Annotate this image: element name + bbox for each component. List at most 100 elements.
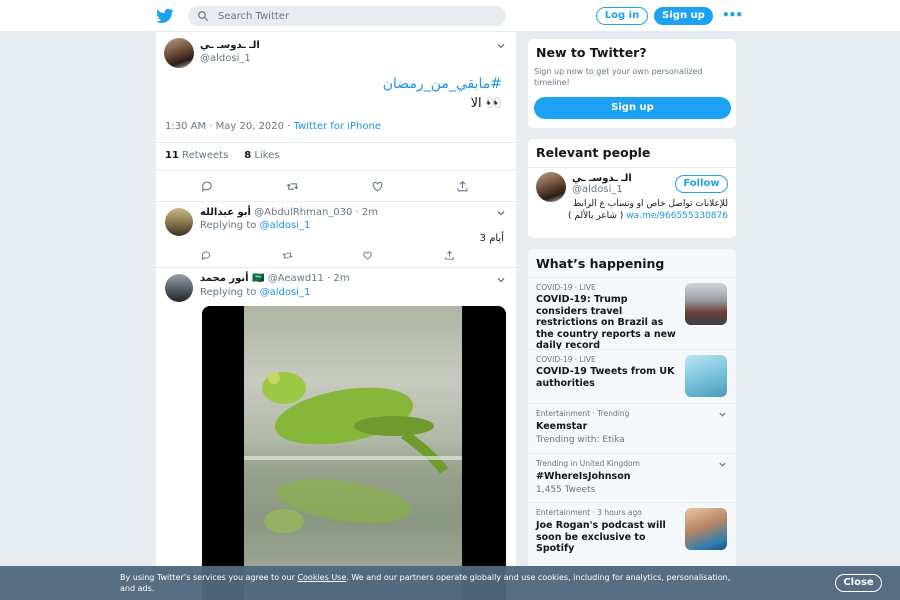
- divider: [156, 142, 516, 143]
- tweet-author-name[interactable]: الـ ـدوسـ ـي: [200, 40, 260, 51]
- like-icon[interactable]: [362, 250, 373, 261]
- tweet-text: الا 👀: [470, 96, 502, 111]
- tweet-hashtag[interactable]: #مابقي_من_رمضان: [383, 76, 502, 92]
- share-icon[interactable]: [444, 250, 455, 261]
- new-to-twitter-card: New to Twitter? Sign up now to get your …: [527, 38, 737, 129]
- likes-label: Likes: [254, 150, 280, 161]
- bio-link[interactable]: wa.me/966555330876: [626, 211, 728, 221]
- divider: [156, 201, 516, 202]
- search-input[interactable]: [218, 6, 498, 26]
- trend-item[interactable]: COVID-19 · LIVE COVID-19: Trump consider…: [528, 277, 736, 351]
- tweet-source-link[interactable]: Twitter for iPhone: [294, 121, 381, 132]
- reply-author-handle[interactable]: @Aeawd11: [268, 273, 324, 284]
- chevron-down-icon[interactable]: [496, 208, 506, 218]
- divider: [156, 170, 516, 171]
- person-name[interactable]: الـ ـدوسـ ـي: [572, 173, 632, 184]
- reply-author-name[interactable]: أنور محمد 🇸🇦: [200, 273, 265, 284]
- trend-item[interactable]: Entertainment · Trending Keemstar Trendi…: [528, 403, 736, 453]
- tweet-author-handle[interactable]: @aldosi_1: [200, 53, 251, 64]
- replying-to-link[interactable]: @aldosi_1: [260, 220, 311, 231]
- chevron-down-icon[interactable]: [718, 410, 727, 419]
- tweet-meta: 1:30 AM · May 20, 2020 · Twitter for iPh…: [165, 121, 381, 132]
- follow-button[interactable]: Follow: [675, 175, 728, 193]
- whats-happening-card: What’s happening COVID-19 · LIVE COVID-1…: [527, 248, 737, 578]
- more-options-icon[interactable]: •••: [722, 8, 743, 22]
- cookie-banner: By using Twitter’s services you agree to…: [0, 566, 900, 600]
- close-button[interactable]: Close: [835, 574, 882, 592]
- replying-to: Replying to @aldosi_1: [200, 220, 310, 231]
- replying-to-link[interactable]: @aldosi_1: [260, 287, 311, 298]
- trend-item[interactable]: Entertainment · 3 hours ago Joe Rogan's …: [528, 502, 736, 572]
- main-timeline: الـ ـدوسـ ـي @aldosi_1 #مابقي_من_رمضان ا…: [155, 32, 517, 600]
- divider: [528, 167, 736, 168]
- tweet-timestamp[interactable]: 1:30 AM · May 20, 2020: [165, 121, 284, 132]
- avatar[interactable]: [165, 274, 193, 302]
- trend-item[interactable]: Trending in United Kingdom #WhereIsJohns…: [528, 453, 736, 503]
- reply-icon[interactable]: [201, 180, 214, 193]
- replying-to-label: Replying to: [200, 287, 257, 298]
- reply-time[interactable]: · 2m: [327, 273, 349, 284]
- person-handle[interactable]: @aldosi_1: [572, 184, 623, 195]
- top-navigation-bar: Log in Sign up •••: [0, 0, 900, 32]
- cookie-text: By using Twitter’s services you agree to…: [120, 572, 740, 594]
- trend-category: Trending in United Kingdom: [536, 459, 640, 468]
- new-to-twitter-text: Sign up now to get your own personalized…: [534, 67, 703, 87]
- chevron-down-icon[interactable]: [718, 460, 727, 469]
- trend-title: COVID-19 Tweets from UK authorities: [536, 366, 675, 389]
- replying-to: Replying to @aldosi_1: [200, 287, 310, 298]
- reply-author-name[interactable]: أبو عبدالله: [200, 207, 251, 218]
- retweets-stat[interactable]: 11 Retweets: [165, 150, 228, 161]
- twitter-bird-icon[interactable]: [156, 7, 174, 25]
- reply-media[interactable]: [202, 306, 506, 600]
- replying-to-label: Replying to: [200, 220, 257, 231]
- trend-category: COVID-19 · LIVE: [536, 355, 596, 364]
- whats-happening-title: What’s happening: [536, 256, 665, 271]
- tweet-stats: 11 Retweets 8 Likes: [165, 150, 280, 161]
- retweet-icon[interactable]: [282, 250, 293, 261]
- bio-text: للإعلانات تواصل خاص او وتساب ع الرابط: [572, 199, 728, 209]
- trend-category: COVID-19 · LIVE: [536, 283, 596, 292]
- reply-author: أبو عبدالله @AbdulRhman_030 · 2m: [200, 207, 378, 218]
- avatar[interactable]: [165, 208, 193, 236]
- chevron-down-icon[interactable]: [496, 41, 506, 51]
- likes-count: 8: [244, 150, 252, 161]
- retweets-count: 11: [165, 150, 179, 161]
- search-icon: [198, 11, 209, 22]
- retweets-label: Retweets: [182, 150, 229, 161]
- trend-category: Entertainment · Trending: [536, 409, 630, 418]
- relevant-people-card: Relevant people الـ ـدوسـ ـي @aldosi_1 F…: [527, 138, 737, 239]
- trend-thumbnail: [685, 508, 727, 550]
- login-button[interactable]: Log in: [596, 7, 648, 25]
- trend-item[interactable]: COVID-19 · LIVE COVID-19 Tweets from UK …: [528, 349, 736, 403]
- trend-category: Entertainment · 3 hours ago: [536, 508, 642, 517]
- reply-text: 3 أيام: [479, 233, 504, 244]
- reply-author-handle[interactable]: @AbdulRhman_030: [254, 207, 352, 218]
- bio-tail: ( شاعر بالألم ): [567, 211, 624, 221]
- trend-title: Joe Rogan's podcast will soon be exclusi…: [536, 520, 666, 554]
- share-icon[interactable]: [456, 180, 469, 193]
- retweet-icon[interactable]: [286, 180, 299, 193]
- cookies-use-link[interactable]: Cookies Use: [297, 573, 346, 582]
- frog-gif-image: [244, 306, 462, 600]
- avatar[interactable]: [164, 38, 194, 68]
- reply-time[interactable]: · 2m: [356, 207, 378, 218]
- relevant-people-title: Relevant people: [536, 145, 651, 160]
- trend-thumbnail: [685, 355, 727, 397]
- reply-icon[interactable]: [201, 250, 212, 261]
- trend-title: #WhereIsJohnson: [536, 471, 631, 482]
- reply-author: أنور محمد 🇸🇦 @Aeawd11 · 2m: [200, 273, 350, 284]
- meta-separator: ·: [284, 121, 294, 132]
- new-to-twitter-title: New to Twitter?: [536, 45, 647, 60]
- chevron-down-icon[interactable]: [496, 275, 506, 285]
- trend-title: Keemstar: [536, 421, 588, 432]
- trend-subtitle: 1,455 Tweets: [536, 485, 596, 495]
- trend-thumbnail: [685, 283, 727, 325]
- search-box[interactable]: [188, 6, 506, 26]
- cookie-text-before: By using Twitter’s services you agree to…: [120, 573, 298, 582]
- signup-button[interactable]: Sign up: [654, 7, 713, 25]
- likes-stat[interactable]: 8 Likes: [244, 150, 279, 161]
- frog-illustration: [244, 372, 462, 600]
- sidebar-signup-button[interactable]: Sign up: [534, 97, 731, 119]
- person-bio: للإعلانات تواصل خاص او وتساب ع الرابط wa…: [538, 198, 728, 222]
- like-icon[interactable]: [371, 180, 384, 193]
